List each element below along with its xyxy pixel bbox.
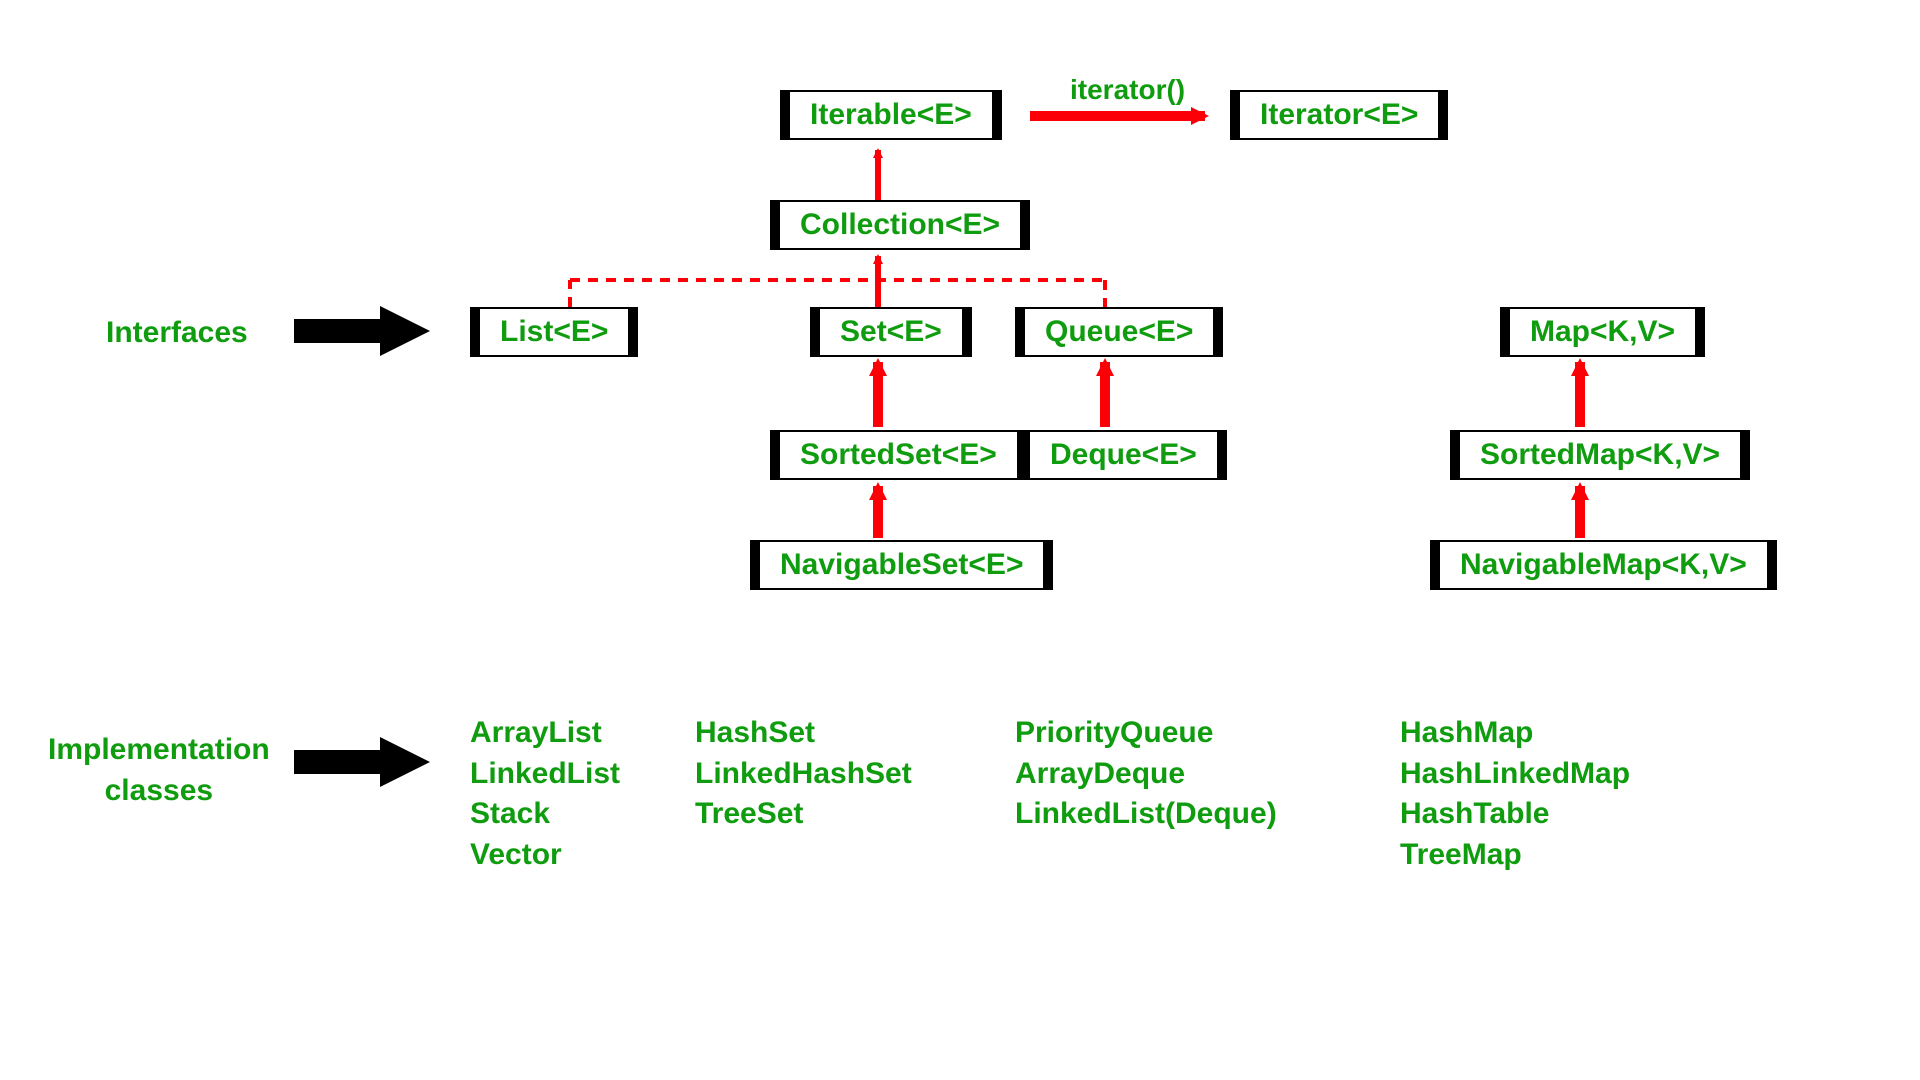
impl-map: HashMap HashLinkedMap HashTable TreeMap [1400, 713, 1630, 875]
node-set: Set<E> [810, 307, 972, 357]
label-implementation-classes: Implementation classes [48, 730, 270, 811]
impl-queue: PriorityQueue ArrayDeque LinkedList(Dequ… [1015, 713, 1277, 835]
node-deque: Deque<E> [1020, 430, 1227, 480]
node-sortedmap: SortedMap<K,V> [1450, 430, 1750, 480]
label-interfaces: Interfaces [106, 313, 248, 354]
impl-set: HashSet LinkedHashSet TreeSet [695, 713, 912, 835]
node-sortedset: SortedSet<E> [770, 430, 1027, 480]
node-collection: Collection<E> [770, 200, 1030, 250]
node-queue: Queue<E> [1015, 307, 1223, 357]
node-navigableset: NavigableSet<E> [750, 540, 1053, 590]
diagram-container: Iterable<E> iterator() Iterator<E> Colle… [0, 0, 1920, 1080]
node-navigablemap: NavigableMap<K,V> [1430, 540, 1777, 590]
node-iterable: Iterable<E> [780, 90, 1002, 140]
interfaces-black-arrow [294, 306, 430, 356]
node-list: List<E> [470, 307, 638, 357]
impl-black-arrow [294, 737, 430, 787]
node-map: Map<K,V> [1500, 307, 1705, 357]
label-iterator-method: iterator() [1070, 74, 1185, 106]
node-iterator: Iterator<E> [1230, 90, 1448, 140]
impl-list: ArrayList LinkedList Stack Vector [470, 713, 620, 875]
